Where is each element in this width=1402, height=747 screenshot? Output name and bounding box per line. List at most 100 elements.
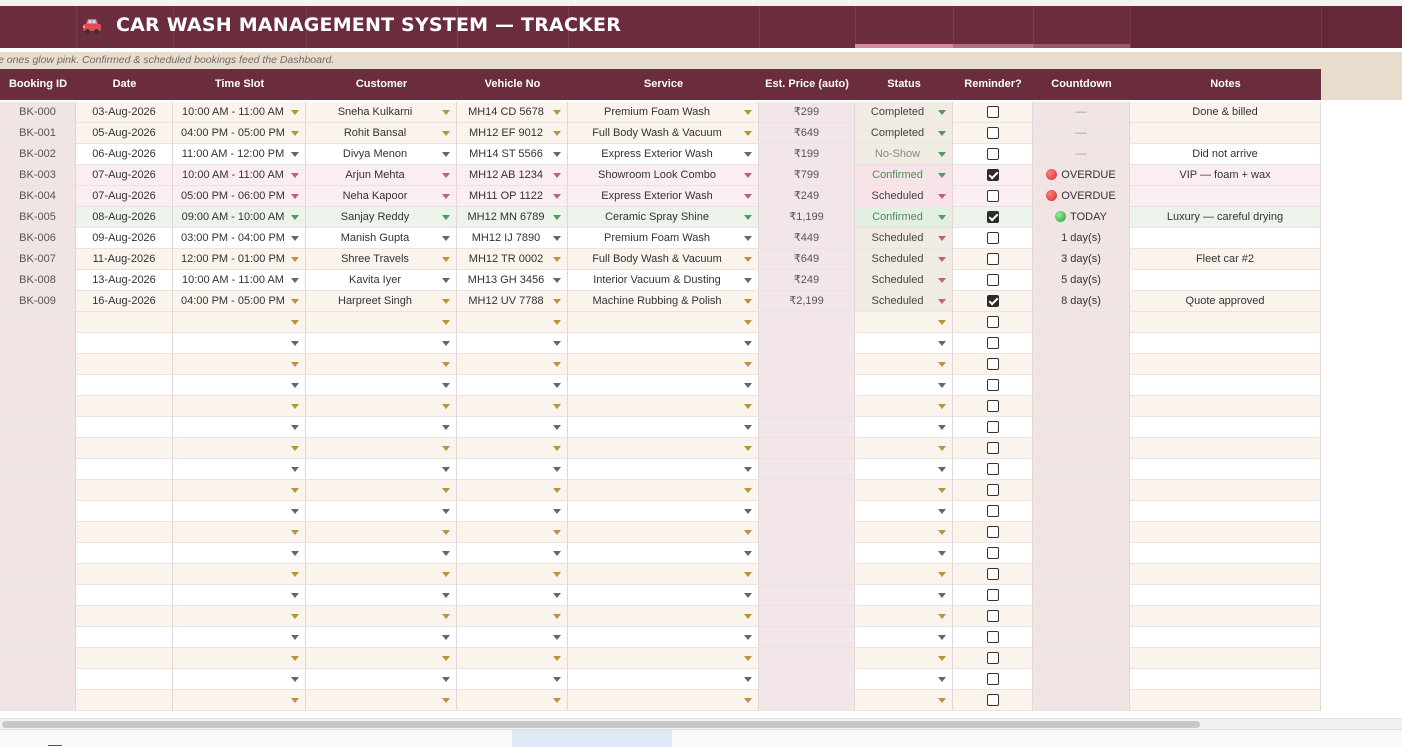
chevron-down-icon[interactable] bbox=[553, 614, 561, 619]
cell-status[interactable] bbox=[855, 690, 953, 711]
reminder-checkbox[interactable] bbox=[986, 274, 999, 286]
chevron-down-icon[interactable] bbox=[291, 446, 299, 451]
cell-vehicle-no[interactable] bbox=[457, 438, 568, 459]
chevron-down-icon[interactable] bbox=[553, 425, 561, 430]
cell-service[interactable] bbox=[568, 417, 759, 438]
cell-notes[interactable] bbox=[1130, 375, 1321, 396]
cell-date[interactable] bbox=[76, 627, 173, 648]
column-header-reminder[interactable]: Reminder? bbox=[953, 69, 1033, 100]
cell-service[interactable] bbox=[568, 375, 759, 396]
cell-date[interactable] bbox=[76, 522, 173, 543]
column-header-service[interactable]: Service bbox=[568, 69, 759, 100]
cell-est-price[interactable] bbox=[759, 396, 855, 417]
cell-booking-id[interactable] bbox=[0, 585, 76, 606]
chevron-down-icon[interactable] bbox=[442, 488, 450, 493]
chevron-down-icon[interactable] bbox=[442, 593, 450, 598]
cell-booking-id[interactable] bbox=[0, 354, 76, 375]
chevron-down-icon[interactable] bbox=[744, 509, 752, 514]
cell-date[interactable] bbox=[76, 543, 173, 564]
cell-customer[interactable]: Divya Menon bbox=[306, 144, 457, 165]
chevron-down-icon[interactable] bbox=[938, 257, 946, 262]
cell-customer[interactable]: Kavita Iyer bbox=[306, 270, 457, 291]
cell-est-price[interactable] bbox=[759, 606, 855, 627]
cell-notes[interactable] bbox=[1130, 228, 1321, 249]
cell-date[interactable]: 06-Aug-2026 bbox=[76, 144, 173, 165]
cell-est-price[interactable]: ₹799 bbox=[759, 165, 855, 186]
cell-service[interactable]: Express Exterior Wash bbox=[568, 186, 759, 207]
cell-countdown[interactable] bbox=[1033, 627, 1130, 648]
chevron-down-icon[interactable] bbox=[291, 299, 299, 304]
chevron-down-icon[interactable] bbox=[938, 131, 946, 136]
reminder-checkbox[interactable] bbox=[986, 652, 999, 664]
cell-reminder[interactable] bbox=[953, 291, 1033, 312]
tab-active-sheet[interactable] bbox=[512, 730, 672, 747]
chevron-down-icon[interactable] bbox=[442, 551, 450, 556]
cell-time-slot[interactable] bbox=[173, 312, 306, 333]
chevron-down-icon[interactable] bbox=[553, 131, 561, 136]
cell-time-slot[interactable] bbox=[173, 669, 306, 690]
cell-reminder[interactable] bbox=[953, 501, 1033, 522]
cell-reminder[interactable] bbox=[953, 543, 1033, 564]
cell-est-price[interactable]: ₹2,199 bbox=[759, 291, 855, 312]
cell-date[interactable] bbox=[76, 501, 173, 522]
cell-notes[interactable] bbox=[1130, 186, 1321, 207]
cell-countdown[interactable] bbox=[1033, 417, 1130, 438]
cell-customer[interactable] bbox=[306, 585, 457, 606]
cell-est-price[interactable]: ₹249 bbox=[759, 186, 855, 207]
cell-customer[interactable]: Neha Kapoor bbox=[306, 186, 457, 207]
cell-est-price[interactable]: ₹249 bbox=[759, 270, 855, 291]
cell-vehicle-no[interactable] bbox=[457, 690, 568, 711]
cell-date[interactable] bbox=[76, 417, 173, 438]
chevron-down-icon[interactable] bbox=[553, 530, 561, 535]
cell-est-price[interactable] bbox=[759, 690, 855, 711]
cell-time-slot[interactable] bbox=[173, 396, 306, 417]
cell-date[interactable]: 07-Aug-2026 bbox=[76, 186, 173, 207]
chevron-down-icon[interactable] bbox=[938, 635, 946, 640]
cell-customer[interactable] bbox=[306, 375, 457, 396]
reminder-checkbox[interactable] bbox=[986, 358, 999, 370]
cell-service[interactable] bbox=[568, 312, 759, 333]
column-header-countdown[interactable]: Countdown bbox=[1033, 69, 1130, 100]
chevron-down-icon[interactable] bbox=[442, 404, 450, 409]
cell-service[interactable] bbox=[568, 459, 759, 480]
cell-vehicle-no[interactable] bbox=[457, 543, 568, 564]
cell-est-price[interactable] bbox=[759, 417, 855, 438]
cell-est-price[interactable] bbox=[759, 543, 855, 564]
cell-vehicle-no[interactable] bbox=[457, 648, 568, 669]
cell-customer[interactable] bbox=[306, 564, 457, 585]
chevron-down-icon[interactable] bbox=[291, 614, 299, 619]
chevron-down-icon[interactable] bbox=[291, 362, 299, 367]
cell-vehicle-no[interactable] bbox=[457, 522, 568, 543]
reminder-checkbox[interactable] bbox=[986, 694, 999, 706]
chevron-down-icon[interactable] bbox=[442, 425, 450, 430]
cell-reminder[interactable] bbox=[953, 585, 1033, 606]
column-header-booking-id[interactable]: Booking ID bbox=[0, 69, 76, 100]
cell-date[interactable]: 07-Aug-2026 bbox=[76, 165, 173, 186]
cell-status[interactable] bbox=[855, 522, 953, 543]
cell-vehicle-no[interactable] bbox=[457, 585, 568, 606]
cell-service[interactable] bbox=[568, 606, 759, 627]
cell-time-slot[interactable]: 10:00 AM - 11:00 AM bbox=[173, 270, 306, 291]
cell-time-slot[interactable] bbox=[173, 585, 306, 606]
cell-status[interactable]: No-Show bbox=[855, 144, 953, 165]
cell-status[interactable] bbox=[855, 480, 953, 501]
reminder-checkbox[interactable] bbox=[986, 253, 999, 265]
chevron-down-icon[interactable] bbox=[291, 698, 299, 703]
chevron-down-icon[interactable] bbox=[938, 446, 946, 451]
cell-time-slot[interactable] bbox=[173, 333, 306, 354]
cell-date[interactable]: 03-Aug-2026 bbox=[76, 102, 173, 123]
cell-booking-id[interactable] bbox=[0, 375, 76, 396]
cell-est-price[interactable] bbox=[759, 354, 855, 375]
chevron-down-icon[interactable] bbox=[442, 656, 450, 661]
cell-service[interactable] bbox=[568, 585, 759, 606]
cell-booking-id[interactable] bbox=[0, 606, 76, 627]
chevron-down-icon[interactable] bbox=[442, 362, 450, 367]
cell-countdown[interactable] bbox=[1033, 690, 1130, 711]
cell-countdown[interactable] bbox=[1033, 648, 1130, 669]
cell-service[interactable] bbox=[568, 690, 759, 711]
cell-status[interactable] bbox=[855, 396, 953, 417]
chevron-down-icon[interactable] bbox=[291, 572, 299, 577]
cell-notes[interactable] bbox=[1130, 585, 1321, 606]
cell-booking-id[interactable]: BK-007 bbox=[0, 249, 76, 270]
cell-reminder[interactable] bbox=[953, 690, 1033, 711]
